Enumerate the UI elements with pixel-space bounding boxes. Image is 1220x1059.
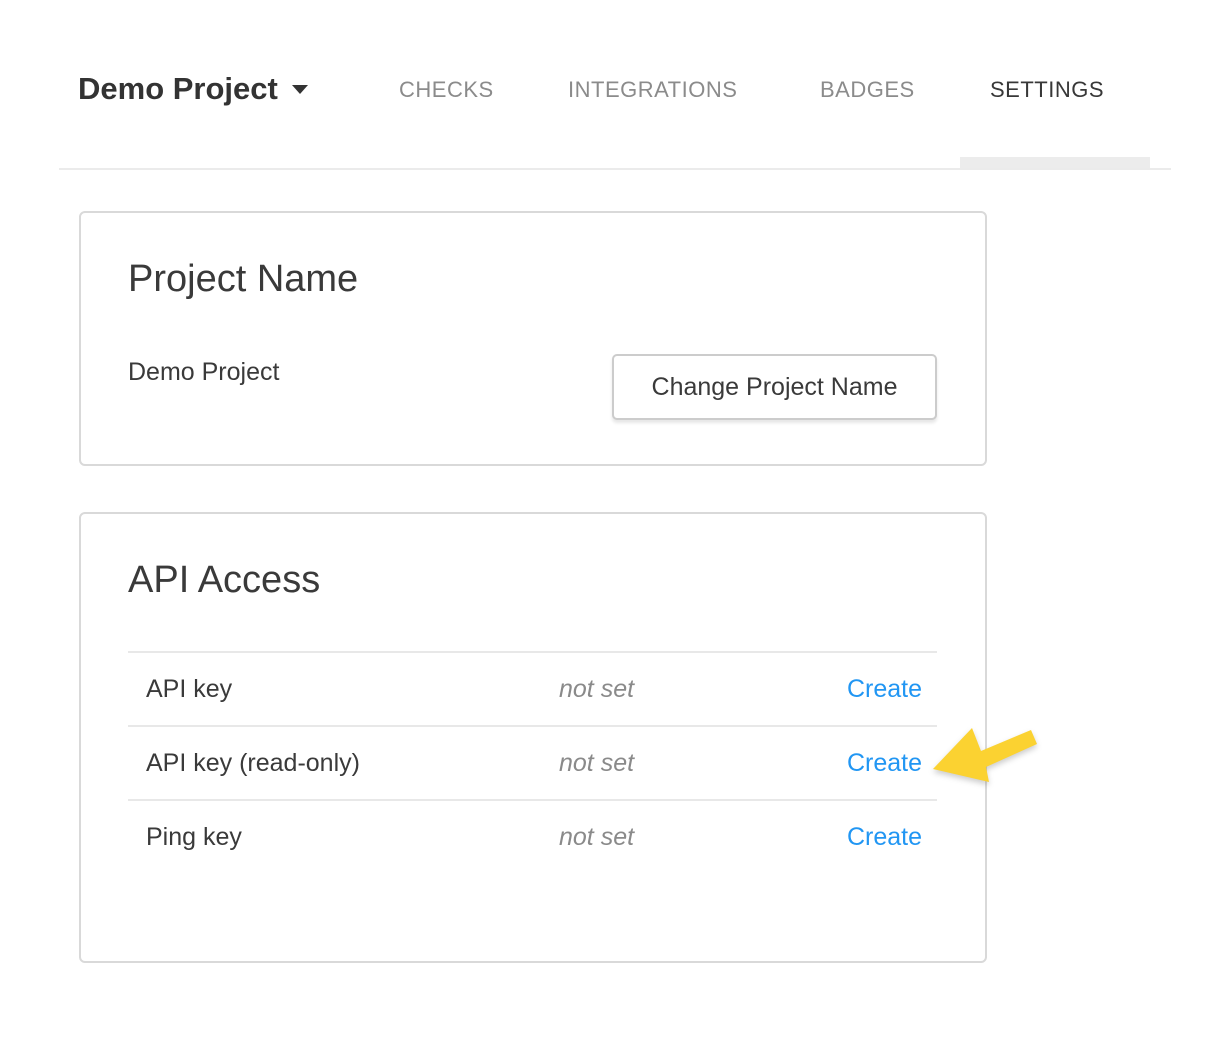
api-key-value: not set [559,675,847,704]
row-ping-key: Ping key not set Create [128,799,937,873]
row-api-key: API key not set Create [128,651,937,725]
ping-key-create-link[interactable]: Create [847,823,937,852]
api-key-create-link[interactable]: Create [847,675,937,704]
tab-settings[interactable]: SETTINGS [990,77,1104,103]
current-project-name: Demo Project [128,355,279,389]
change-project-name-button[interactable]: Change Project Name [612,354,937,420]
api-access-card: API Access API key not set Create API ke… [79,512,987,963]
project-settings-page: Demo Project CHECKS INTEGRATIONS BADGES … [0,0,1220,1059]
ping-key-value: not set [559,823,847,852]
api-key-read-only-value: not set [559,749,847,778]
row-api-key-read-only: API key (read-only) not set Create [128,725,937,799]
api-key-read-only-create-link[interactable]: Create [847,749,937,778]
tab-integrations[interactable]: INTEGRATIONS [568,77,737,103]
api-key-label: API key [146,675,559,704]
api-keys-table: API key not set Create API key (read-onl… [128,651,937,873]
project-name-card-title: Project Name [128,255,358,303]
project-switcher[interactable]: Demo Project [78,70,308,108]
ping-key-label: Ping key [146,823,559,852]
project-name-card: Project Name Demo Project Change Project… [79,211,987,466]
api-key-read-only-label: API key (read-only) [146,749,559,778]
project-switcher-label: Demo Project [78,71,278,106]
caret-down-icon [292,85,308,94]
api-access-card-title: API Access [128,556,320,604]
tab-checks[interactable]: CHECKS [399,77,494,103]
nav-divider [59,168,1171,170]
tab-badges[interactable]: BADGES [820,77,915,103]
